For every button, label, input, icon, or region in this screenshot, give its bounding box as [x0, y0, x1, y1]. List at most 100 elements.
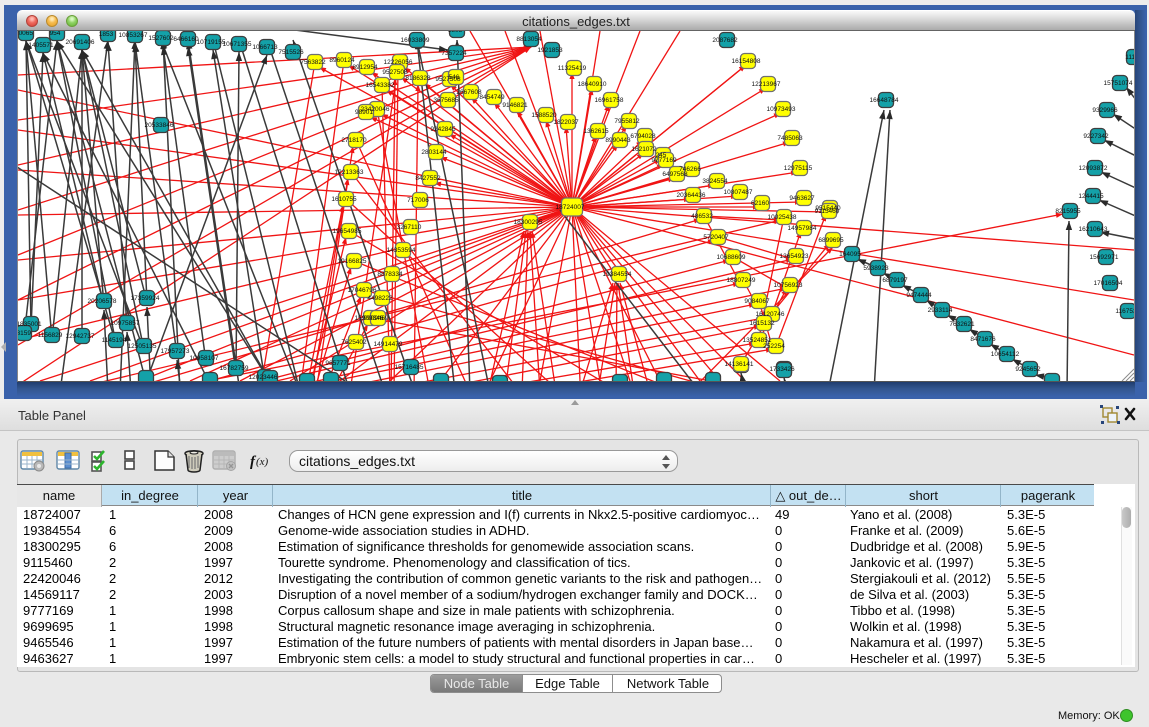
- svg-text:18807249: 18807249: [727, 277, 756, 284]
- svg-text:9245652: 9245652: [1015, 366, 1041, 373]
- svg-text:10025438: 10025438: [768, 214, 797, 221]
- svg-text:164095: 164095: [839, 251, 861, 258]
- svg-text:8960124: 8960124: [329, 57, 355, 64]
- svg-text:10975857: 10975857: [111, 320, 140, 327]
- svg-text:18300295: 18300295: [514, 219, 543, 226]
- svg-text:8427552: 8427552: [415, 175, 441, 182]
- svg-text:1244415: 1244415: [1078, 193, 1104, 200]
- svg-text:4498222: 4498222: [367, 295, 393, 302]
- svg-text:9146821: 9146821: [502, 102, 528, 109]
- svg-text:1610755: 1610755: [331, 196, 357, 203]
- svg-text:20065: 20065: [18, 31, 33, 37]
- svg-text:7563822: 7563822: [300, 59, 326, 66]
- svg-text:1066713: 1066713: [252, 44, 278, 51]
- svg-text:16543382: 16543382: [366, 82, 395, 89]
- svg-text:14353594: 14353594: [387, 247, 416, 254]
- svg-text:20364436: 20364436: [677, 192, 706, 199]
- svg-text:10688609: 10688609: [717, 254, 746, 261]
- svg-text:717006: 717006: [407, 197, 429, 204]
- svg-text:1112: 1112: [1125, 54, 1134, 61]
- svg-text:13654923: 13654923: [780, 253, 809, 260]
- svg-text:20206578: 20206578: [88, 298, 117, 305]
- svg-text:8471676: 8471676: [970, 336, 996, 343]
- svg-text:20533846: 20533846: [145, 122, 174, 129]
- svg-text:10807487: 10807487: [724, 189, 753, 196]
- svg-text:8186328: 8186328: [405, 75, 431, 82]
- svg-text:1733426: 1733426: [769, 366, 795, 373]
- svg-text:8990443: 8990443: [605, 137, 631, 144]
- svg-text:(x): (x): [256, 456, 269, 468]
- svg-text:6879197: 6879197: [882, 277, 908, 284]
- svg-text:3824554: 3824554: [702, 178, 728, 185]
- svg-text:1853: 1853: [99, 31, 114, 38]
- svg-text:1803: 1803: [448, 31, 463, 34]
- svg-text:7357224: 7357224: [441, 50, 467, 57]
- svg-text:116753: 116753: [1115, 308, 1134, 315]
- svg-text:16782759: 16782759: [220, 365, 249, 372]
- svg-text:14957984: 14957984: [788, 225, 817, 232]
- svg-text:9909469: 9909469: [363, 315, 389, 322]
- svg-text:93159: 93159: [18, 330, 31, 337]
- svg-text:9084067: 9084067: [744, 298, 770, 305]
- svg-text:2803144: 2803144: [421, 149, 447, 156]
- svg-text:2667608: 2667608: [456, 89, 482, 96]
- svg-text:14136141: 14136141: [725, 361, 754, 368]
- svg-text:9527508: 9527508: [382, 69, 408, 76]
- svg-text:2718170: 2718170: [341, 137, 367, 144]
- svg-text:6466160: 6466160: [173, 36, 199, 43]
- svg-text:546: 546: [449, 74, 460, 81]
- svg-text:10654112: 10654112: [991, 351, 1020, 358]
- svg-text:15716485: 15716485: [395, 364, 424, 371]
- svg-text:252254: 252254: [763, 343, 785, 350]
- svg-text:7485063: 7485063: [777, 135, 803, 142]
- svg-text:18724007: 18724007: [556, 204, 585, 211]
- svg-text:1615132: 1615132: [749, 320, 775, 327]
- svg-text:954: 954: [50, 31, 61, 37]
- svg-text:16154808: 16154808: [732, 58, 761, 65]
- svg-text:10958107: 10958107: [190, 355, 219, 362]
- svg-text:9329966: 9329966: [1092, 107, 1118, 114]
- svg-text:7632621: 7632621: [949, 321, 975, 328]
- svg-text:19654985: 19654985: [333, 228, 362, 235]
- svg-text:15692971: 15692971: [1090, 254, 1119, 261]
- svg-text:6497568: 6497568: [662, 171, 688, 178]
- svg-text:16033809: 16033809: [401, 37, 430, 44]
- svg-text:6899695: 6899695: [818, 237, 844, 244]
- svg-text:7515526: 7515526: [278, 49, 304, 56]
- svg-text:12213967: 12213967: [752, 81, 781, 88]
- svg-text:9474444: 9474444: [906, 292, 932, 299]
- svg-text:5938923: 5938923: [863, 265, 889, 272]
- svg-text:1527602: 1527602: [148, 35, 174, 42]
- svg-text:62160: 62160: [751, 200, 769, 207]
- svg-text:16210643: 16210643: [1079, 226, 1108, 233]
- svg-text:1156829: 1156829: [38, 332, 63, 339]
- svg-text:19384554: 19384554: [603, 271, 632, 278]
- svg-text:12942737: 12942737: [66, 333, 95, 340]
- svg-text:7625402: 7625402: [341, 339, 367, 346]
- svg-text:11325419: 11325419: [558, 65, 587, 72]
- svg-text:1362615: 1362615: [583, 128, 609, 135]
- svg-text:9242845: 9242845: [430, 126, 456, 133]
- svg-text:17046796: 17046796: [348, 287, 377, 294]
- svg-text:486532: 486532: [691, 213, 713, 220]
- svg-text:1822037: 1822037: [553, 119, 579, 126]
- svg-text:8912954: 8912954: [352, 64, 378, 71]
- svg-text:9227342: 9227342: [1083, 133, 1109, 140]
- svg-text:12505135: 12505135: [128, 343, 157, 350]
- svg-text:9115460: 9115460: [815, 208, 840, 215]
- svg-text:9777169: 9777169: [651, 157, 677, 164]
- svg-text:16648784: 16648784: [870, 97, 899, 104]
- svg-text:18640910: 18640910: [578, 81, 607, 88]
- svg-text:1588520: 1588520: [531, 112, 557, 119]
- svg-text:9463627: 9463627: [789, 195, 815, 202]
- svg-text:9657771: 9657771: [325, 360, 351, 367]
- svg-text:8215955: 8215955: [1055, 208, 1081, 215]
- svg-text:2087682: 2087682: [712, 37, 738, 44]
- svg-text:10973493: 10973493: [767, 106, 796, 113]
- svg-text:1621072: 1621072: [631, 146, 657, 153]
- svg-text:20691406: 20691406: [66, 39, 95, 46]
- svg-text:12975115: 12975115: [784, 165, 813, 172]
- svg-text:10756923: 10756923: [774, 282, 803, 289]
- svg-text:17016504: 17016504: [1094, 280, 1123, 287]
- svg-text:12093872: 12093872: [1079, 165, 1108, 172]
